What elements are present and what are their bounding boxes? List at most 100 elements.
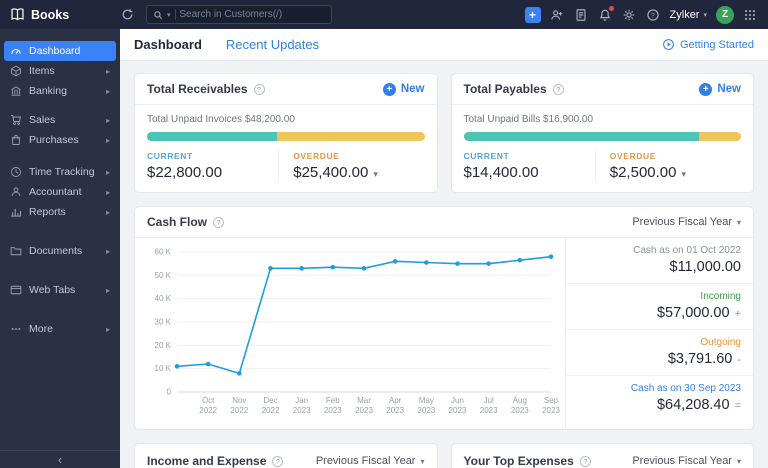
plus-icon: + — [699, 82, 713, 96]
search-icon — [153, 10, 163, 20]
search-scope-caret-icon[interactable]: ▾ — [167, 11, 171, 19]
bank-icon — [10, 85, 22, 97]
receivables-progress-current — [147, 132, 278, 141]
cashflow-stat-value: $11,000.00 — [669, 259, 742, 275]
svg-text:2022: 2022 — [199, 406, 217, 415]
payables-title: Total Payables — [463, 82, 547, 96]
user-avatar[interactable]: Z — [716, 5, 734, 24]
svg-text:Sep: Sep — [544, 396, 559, 405]
sidebar-item-time-tracking[interactable]: Time Tracking ▸ — [4, 162, 116, 182]
chevron-down-icon: ▾ — [703, 11, 707, 19]
operator-sign: + — [734, 308, 741, 320]
tab-dashboard[interactable]: Dashboard — [134, 37, 202, 52]
getting-started-link[interactable]: Getting Started — [662, 38, 754, 51]
cash-flow-card: Cash Flow ? Previous Fiscal Year ▾ 0 10 K… — [134, 206, 754, 430]
settings-gear-icon[interactable] — [622, 7, 637, 22]
cashflow-title: Cash Flow — [147, 215, 208, 229]
org-selector[interactable]: Zylker ▾ — [670, 9, 707, 21]
cashflow-fiscal-year-filter[interactable]: Previous Fiscal Year ▾ — [632, 216, 741, 228]
cashflow-stat-row: Outgoing $3,791.60- — [566, 330, 753, 376]
chevron-down-icon: ▾ — [736, 456, 741, 466]
cashflow-chart-area: 0 10 K 20 K 30 K 40 K 50 K 60 K Oct 2022 Nov 2022 D… — [135, 238, 565, 429]
help-icon[interactable]: ? — [253, 83, 265, 95]
chevron-right-icon: ▸ — [105, 115, 110, 125]
top-expenses-title: Your Top Expenses — [463, 454, 574, 468]
sidebar-item-dashboard[interactable]: Dashboard — [4, 41, 116, 61]
svg-text:Jun: Jun — [451, 396, 464, 405]
help-icon[interactable]: ? — [646, 7, 661, 22]
search-input[interactable] — [179, 9, 325, 20]
svg-text:50 K: 50 K — [155, 271, 172, 280]
sidebar-item-banking[interactable]: Banking ▸ — [4, 81, 116, 101]
sidebar-item-documents[interactable]: Documents ▸ — [4, 241, 116, 261]
sidebar-nav: Dashboard Items ▸ Banking ▸ Sales ▸ Purchases ▸ T… — [0, 29, 120, 468]
cashflow-stat-label: Outgoing — [700, 337, 741, 348]
receivables-title: Total Receivables — [147, 82, 248, 96]
help-icon[interactable]: ? — [213, 216, 225, 228]
current-label: CURRENT — [147, 151, 193, 161]
chevron-right-icon: ▸ — [105, 66, 110, 76]
refresh-icon[interactable] — [121, 7, 137, 23]
sidebar-item-label: Accountant — [29, 186, 82, 198]
income-expense-title: Income and Expense — [147, 454, 267, 468]
sidebar-item-accountant[interactable]: Accountant ▸ — [4, 182, 116, 202]
payables-progress-current — [463, 132, 700, 141]
chevron-down-icon: ▾ — [736, 217, 741, 227]
sidebar-item-label: More — [29, 323, 53, 335]
svg-text:Jul: Jul — [484, 396, 494, 405]
sidebar-item-more[interactable]: More ▸ — [4, 319, 116, 339]
sidebar-item-purchases[interactable]: Purchases ▸ — [4, 130, 116, 150]
new-payable-button[interactable]: + New — [699, 82, 741, 96]
sidebar-item-label: Web Tabs — [29, 284, 76, 296]
sidebar-collapse-button[interactable]: ‹ — [0, 450, 120, 468]
payables-progress-bar — [463, 132, 741, 141]
sidebar-item-reports[interactable]: Reports ▸ — [4, 202, 116, 222]
tab-recent-updates[interactable]: Recent Updates — [226, 37, 319, 52]
overdue-amount: $25,400.00 — [293, 164, 369, 181]
svg-text:2023: 2023 — [324, 406, 342, 415]
help-icon[interactable]: ? — [552, 83, 564, 95]
search-bar[interactable]: ▾ — [146, 5, 332, 24]
sidebar-item-items[interactable]: Items ▸ — [4, 61, 116, 81]
overdue-label: OVERDUE — [609, 151, 656, 161]
brand[interactable]: Books — [10, 7, 112, 22]
svg-text:Mar: Mar — [357, 396, 371, 405]
sidebar-item-label: Items — [29, 65, 55, 77]
cashflow-stat-row: Incoming $57,000.00 + — [566, 284, 753, 330]
income-expense-card: Income and Expense ? Previous Fiscal Yea… — [134, 443, 438, 468]
unpaid-invoices-summary: Total Unpaid Invoices $48,200.00 — [147, 114, 295, 125]
overdue-dropdown-caret-icon[interactable]: ▾ — [373, 169, 378, 179]
refer-users-icon[interactable] — [550, 7, 565, 22]
help-icon[interactable]: ? — [272, 455, 284, 467]
notifications-bell-icon[interactable] — [598, 6, 614, 22]
sidebar-item-label: Banking — [29, 85, 67, 97]
svg-text:2023: 2023 — [511, 406, 529, 415]
document-icon[interactable] — [574, 7, 589, 22]
svg-text:Oct: Oct — [202, 396, 215, 405]
sidebar-item-label: Documents — [29, 245, 83, 257]
svg-text:0: 0 — [167, 388, 172, 397]
operator-sign: = — [734, 400, 741, 412]
new-receivable-button[interactable]: + New — [382, 82, 425, 96]
svg-text:10 K: 10 K — [155, 364, 172, 373]
income-expense-fiscal-year-filter[interactable]: Previous Fiscal Year ▾ — [316, 455, 425, 467]
overdue-dropdown-caret-icon[interactable]: ▾ — [681, 169, 686, 179]
chevron-right-icon: ▸ — [105, 135, 110, 145]
cashflow-stat-value: $64,208.40 = — [656, 397, 741, 413]
svg-text:60 K: 60 K — [155, 248, 172, 257]
dashboard-content: Total Receivables ? + New Total Unpaid I… — [120, 61, 768, 468]
apps-grid-icon[interactable] — [743, 7, 758, 22]
sidebar-item-sales[interactable]: Sales ▸ — [4, 110, 116, 130]
cashflow-stat-value: $3,791.60- — [667, 351, 741, 367]
quick-create-button[interactable]: + — [524, 6, 541, 23]
cashflow-stat-label: Incoming — [700, 291, 741, 302]
chart-icon — [10, 206, 22, 218]
page-tabs: Dashboard Recent Updates — [134, 37, 319, 52]
svg-text:?: ? — [651, 12, 655, 19]
svg-text:30 K: 30 K — [155, 318, 172, 327]
sidebar-item-web-tabs[interactable]: Web Tabs ▸ — [4, 280, 116, 300]
help-icon[interactable]: ? — [579, 455, 591, 467]
play-circle-icon — [663, 39, 674, 50]
svg-text:Feb: Feb — [326, 396, 340, 405]
top-expenses-fiscal-year-filter[interactable]: Previous Fiscal Year ▾ — [632, 455, 741, 467]
